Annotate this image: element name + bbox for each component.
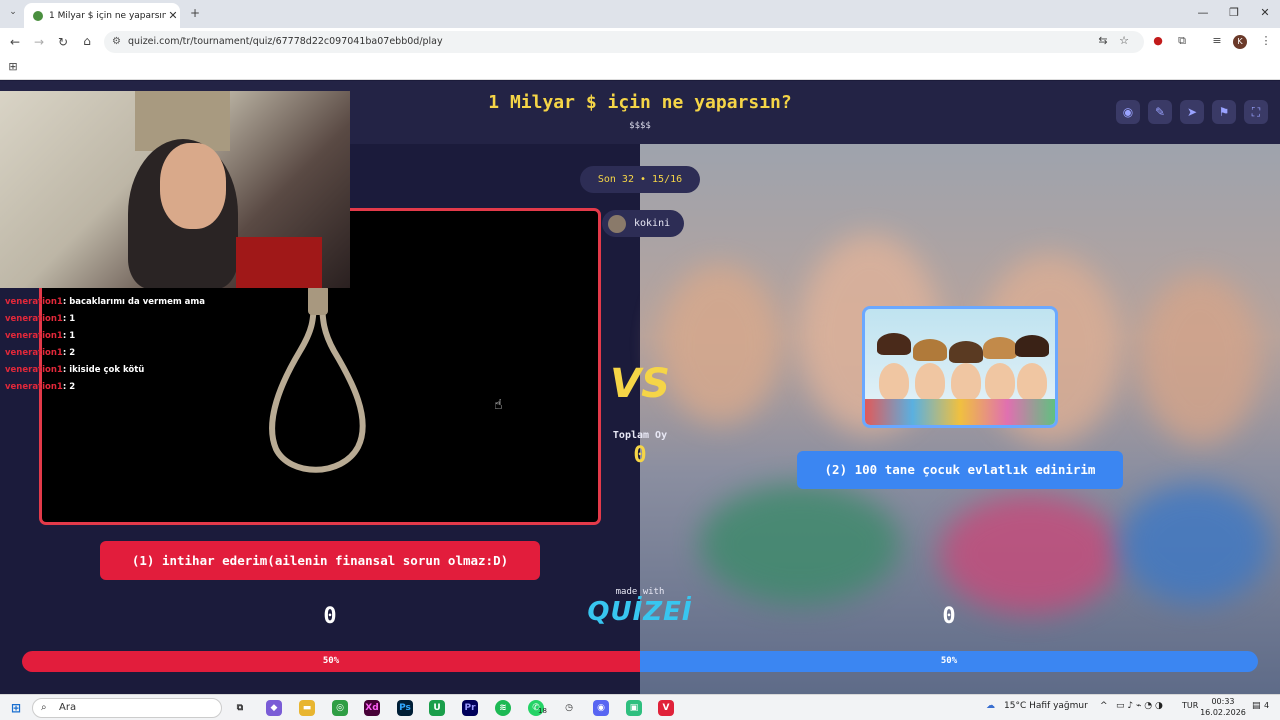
- search-icon: ⌕: [41, 702, 47, 713]
- whatsapp-badge: 18: [538, 707, 547, 715]
- author-badge[interactable]: kokini: [602, 210, 684, 237]
- address-bar-row: ← → ↻ ⌂ ⚙ quizei.com/tr/tournament/quiz/…: [0, 28, 1280, 56]
- tab-list-icon[interactable]: ⌄: [4, 7, 22, 17]
- left-vote-count: 0: [323, 604, 337, 629]
- taskbar-search[interactable]: ⌕ Ara: [32, 698, 222, 718]
- reload-icon[interactable]: ↻: [54, 35, 72, 49]
- chat-line: veneration1: 2: [5, 348, 76, 358]
- total-votes-value: 0: [633, 443, 647, 468]
- app-icon[interactable]: ▣: [626, 700, 642, 716]
- bookmarks-bar: ⊞: [0, 56, 1280, 80]
- tray-chevron-icon[interactable]: ^: [1100, 701, 1108, 711]
- site-info-icon[interactable]: ⚙: [112, 31, 121, 53]
- photoshop-icon[interactable]: Ps: [397, 700, 413, 716]
- apps-grid-icon[interactable]: ⊞: [4, 60, 22, 73]
- author-name: kokini: [634, 218, 671, 229]
- extensions-icon[interactable]: ⧉: [1174, 34, 1190, 48]
- chat-line: veneration1: 1: [5, 314, 76, 324]
- back-icon[interactable]: ←: [6, 35, 24, 49]
- report-flag-icon[interactable]: ⚑: [1212, 100, 1236, 124]
- chat-overlay: veneration1: bacaklarımı da vermem ama v…: [0, 294, 360, 396]
- windows-start-icon[interactable]: ⊞: [8, 700, 24, 716]
- poster-image: [236, 237, 322, 288]
- chat-line: veneration1: bacaklarımı da vermem ama: [5, 297, 205, 307]
- eye-icon[interactable]: ◉: [1116, 100, 1140, 124]
- fullscreen-icon[interactable]: ⛶: [1244, 100, 1268, 124]
- browser-tab-bar: ⌄ 1 Milyar $ için ne yaparsın? - Ti ✕ + …: [0, 0, 1280, 28]
- share-icon[interactable]: ➤: [1180, 100, 1204, 124]
- discord-icon[interactable]: ◉: [593, 700, 609, 716]
- chat-line: veneration1: 1: [5, 331, 76, 341]
- made-with-label: made with: [615, 587, 665, 597]
- premiere-icon[interactable]: Pr: [462, 700, 478, 716]
- left-percent-bar: 50%: [22, 651, 640, 672]
- vs-logo: VS: [610, 361, 670, 407]
- home-icon[interactable]: ⌂: [78, 34, 96, 48]
- notification-count: 4: [1264, 701, 1270, 710]
- new-tab-icon[interactable]: +: [186, 6, 204, 20]
- windows-taskbar: ⊞ ⌕ Ara ⧉ ◆ ▬ ◎ Xd Ps U Pr ≋ ✆ 18 ◷ ◉ ▣ …: [0, 694, 1280, 720]
- media-icon[interactable]: ≡: [1209, 34, 1225, 47]
- webcam-overlay: [0, 91, 350, 288]
- vivaldi-icon[interactable]: V: [658, 700, 674, 716]
- restore-icon[interactable]: ❐: [1219, 6, 1249, 19]
- file-explorer-icon[interactable]: ▬: [299, 700, 315, 716]
- upwork-icon[interactable]: U: [429, 700, 445, 716]
- author-avatar: [608, 215, 626, 233]
- minimize-icon[interactable]: —: [1188, 6, 1218, 19]
- browser-tab[interactable]: 1 Milyar $ için ne yaparsın? - Ti ✕: [24, 3, 180, 28]
- clock-date[interactable]: 16.02.2026: [1200, 708, 1246, 717]
- clock-app-icon[interactable]: ◷: [561, 700, 577, 716]
- forward-icon[interactable]: →: [30, 35, 48, 49]
- weather-icon[interactable]: ☁: [986, 701, 995, 711]
- favicon-icon: [33, 10, 43, 21]
- tab-close-icon[interactable]: ✕: [166, 9, 180, 22]
- clock-time[interactable]: 00:33: [1204, 697, 1242, 706]
- right-vote-count: 0: [942, 604, 956, 629]
- bookmark-star-icon[interactable]: ☆: [1116, 34, 1132, 47]
- chrome-icon[interactable]: ◎: [332, 700, 348, 716]
- search-placeholder: Ara: [59, 702, 77, 713]
- round-indicator: Son 32 • 15/16: [580, 166, 700, 193]
- profile-avatar[interactable]: K: [1233, 35, 1247, 49]
- total-votes-label: Toplam Oy: [612, 430, 668, 441]
- tab-title: 1 Milyar $ için ne yaparsın? - Ti: [49, 10, 166, 21]
- right-option-button[interactable]: (2) 100 tane çocuk evlatlık edinirim: [797, 451, 1123, 489]
- window-close-icon[interactable]: ✕: [1250, 6, 1280, 19]
- left-option-button[interactable]: (1) intihar ederim(ailenin finansal soru…: [100, 541, 540, 580]
- language-indicator[interactable]: TUR: [1182, 701, 1198, 710]
- copilot-icon[interactable]: ◆: [266, 700, 282, 716]
- mouse-cursor-icon: ☝: [494, 397, 503, 413]
- notification-icon[interactable]: ▤: [1252, 701, 1261, 711]
- quizei-logo[interactable]: QUİZEİ: [580, 597, 700, 627]
- right-percent-bar: 50%: [640, 651, 1258, 672]
- menu-icon[interactable]: ⋮: [1258, 34, 1274, 47]
- task-view-icon[interactable]: ⧉: [232, 700, 248, 716]
- url-input[interactable]: ⚙ quizei.com/tr/tournament/quiz/67778d22…: [104, 31, 1144, 53]
- translate-icon[interactable]: ⇆: [1095, 34, 1111, 47]
- chat-line: veneration1: ikiside çok kötü: [5, 365, 145, 375]
- extension-opera-icon[interactable]: ●: [1150, 34, 1166, 47]
- right-option-image[interactable]: [862, 306, 1058, 428]
- chat-line: veneration1: 2: [5, 382, 76, 392]
- spotify-icon[interactable]: ≋: [495, 700, 511, 716]
- weather-text[interactable]: 15°C Hafif yağmur: [1004, 701, 1088, 711]
- tray-icons[interactable]: ▭ ♪ ⌁ ◔ ◑: [1116, 701, 1163, 711]
- streamer-face: [160, 143, 226, 229]
- adobe-xd-icon[interactable]: Xd: [364, 700, 380, 716]
- url-text: quizei.com/tr/tournament/quiz/67778d22c0…: [128, 36, 443, 47]
- edit-icon[interactable]: ✎: [1148, 100, 1172, 124]
